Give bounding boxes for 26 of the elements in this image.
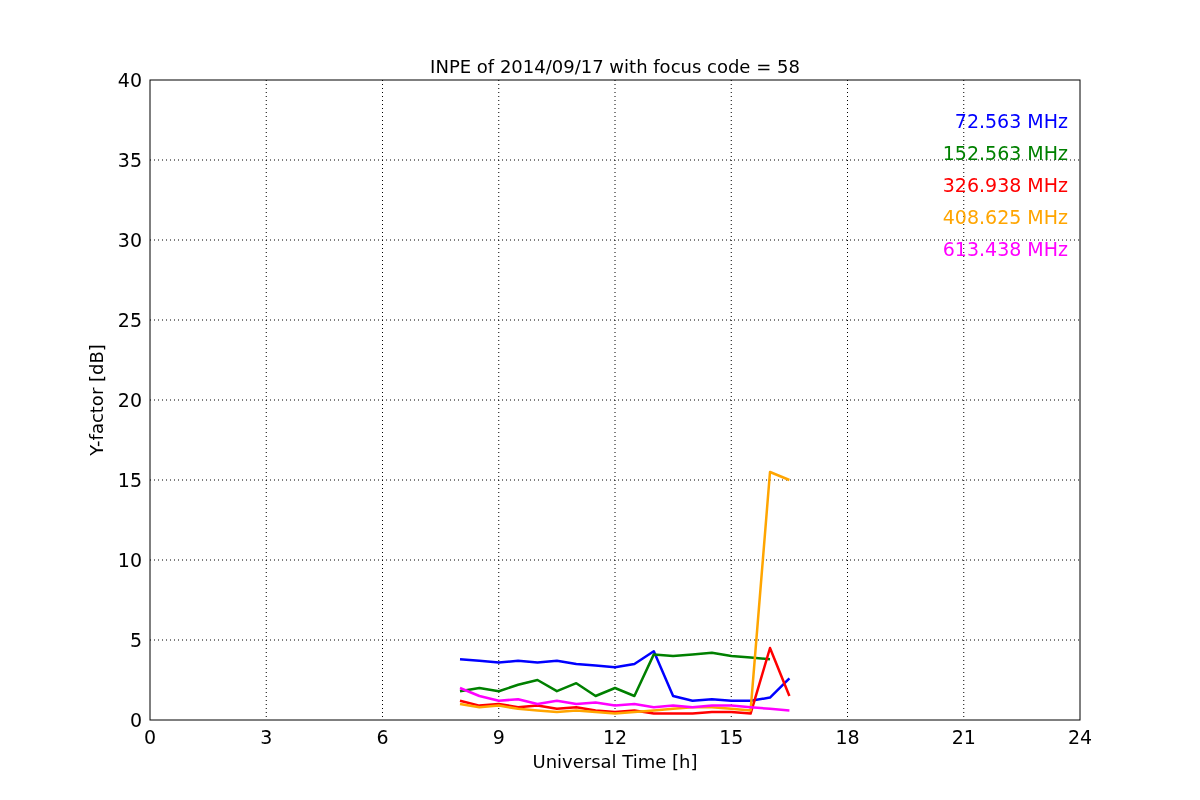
- tick-label: 6: [376, 726, 389, 748]
- tick-label: 15: [719, 726, 744, 748]
- legend-label: 326.938 MHz: [942, 174, 1068, 196]
- chart-title: INPE of 2014/09/17 with focus code = 58: [430, 56, 800, 77]
- tick-label: 15: [117, 469, 142, 491]
- tick-label: 10: [117, 549, 142, 571]
- legend-label: 613.438 MHz: [942, 238, 1068, 260]
- tick-label: 9: [492, 726, 505, 748]
- tick-label: 3: [260, 726, 273, 748]
- legend-label: 408.625 MHz: [942, 206, 1068, 228]
- tick-label: 30: [117, 229, 142, 251]
- tick-label: 25: [117, 309, 142, 331]
- axis-label: Y-factor [dB]: [86, 344, 107, 456]
- tick-label: 0: [143, 726, 157, 748]
- tick-label: 40: [117, 69, 142, 91]
- axis-label: Universal Time [h]: [532, 751, 698, 772]
- legend-label: 152.563 MHz: [942, 142, 1068, 164]
- legend-label: 72.563 MHz: [954, 110, 1068, 132]
- tick-label: 12: [602, 726, 628, 748]
- tick-label: 24: [1067, 726, 1093, 748]
- tick-label: 35: [117, 149, 142, 171]
- tick-label: 21: [951, 726, 976, 748]
- tick-label: 18: [835, 726, 860, 748]
- tick-label: 20: [117, 389, 142, 411]
- tick-label: 0: [129, 709, 142, 731]
- tick-label: 5: [129, 629, 142, 651]
